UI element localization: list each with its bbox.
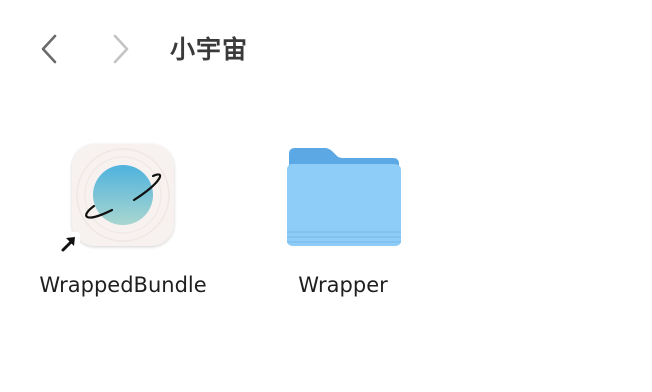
forward-button[interactable] xyxy=(106,30,136,68)
chevron-right-icon xyxy=(113,34,129,64)
alias-arrow-icon xyxy=(58,232,80,254)
planet-app-icon xyxy=(58,140,178,254)
folder-icon xyxy=(287,140,401,250)
file-item-wrapper[interactable]: Wrapper xyxy=(243,134,443,314)
file-item-label: Wrapper xyxy=(298,273,388,297)
finder-window: 小宇宙 WrappedBundle Wrapper xyxy=(0,0,652,392)
file-item-label: WrappedBundle xyxy=(39,273,207,297)
chevron-left-icon xyxy=(41,34,57,64)
file-item-wrappedbundle[interactable]: WrappedBundle xyxy=(23,134,223,314)
back-button[interactable] xyxy=(34,30,64,68)
window-title: 小宇宙 xyxy=(170,35,249,64)
app-icon-tile xyxy=(72,144,174,246)
toolbar: 小宇宙 xyxy=(0,0,652,100)
